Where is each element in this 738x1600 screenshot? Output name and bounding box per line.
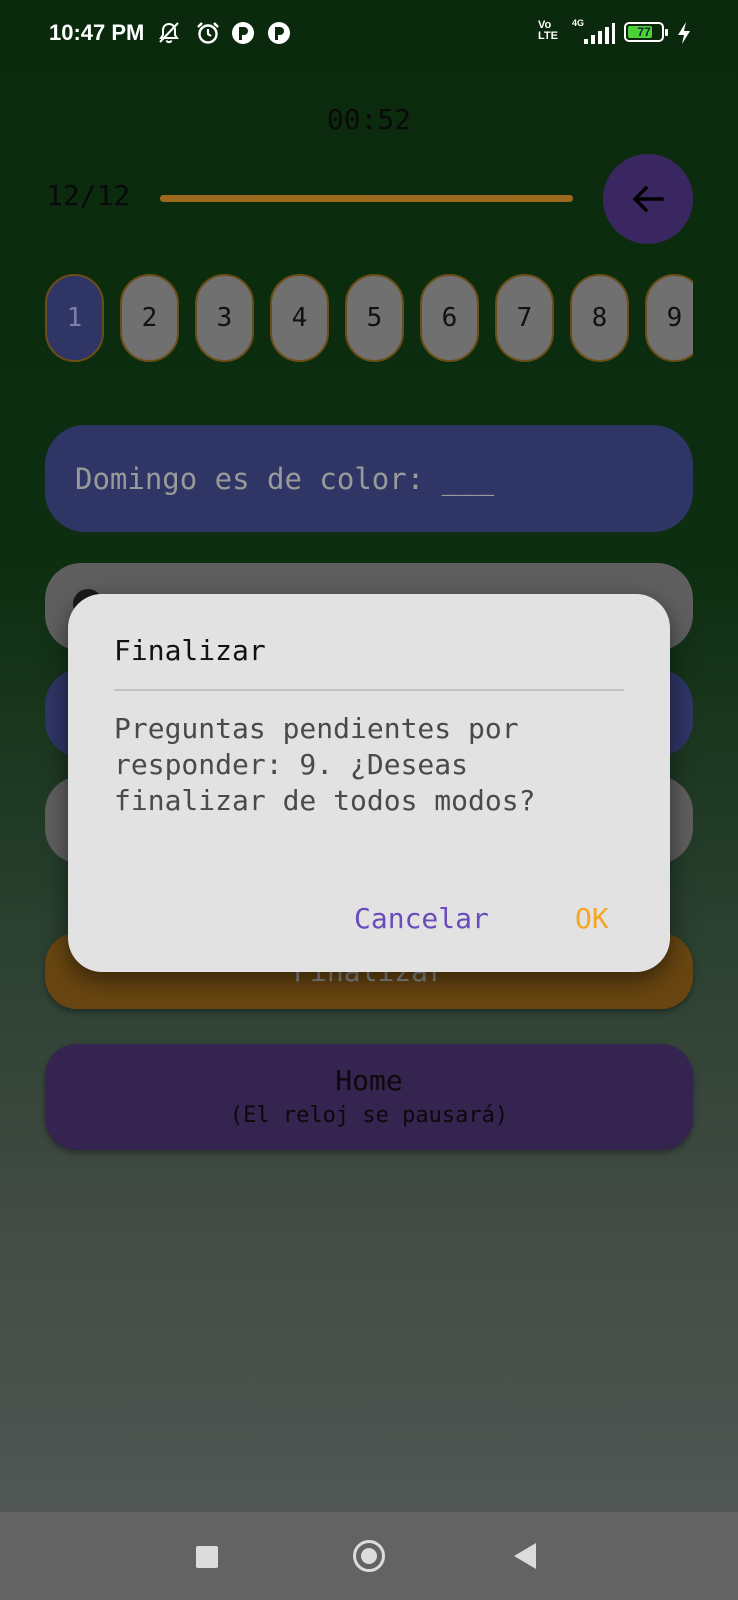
- question-number-button[interactable]: 9: [645, 274, 693, 362]
- finish-confirm-dialog: Finalizar Preguntas pendientes por respo…: [68, 594, 670, 972]
- question-counter: 12/12: [46, 179, 131, 212]
- back-icon[interactable]: [514, 1543, 536, 1569]
- dialog-ok-button[interactable]: OK: [575, 902, 609, 935]
- question-number-button[interactable]: 7: [495, 274, 554, 362]
- question-number-button[interactable]: 6: [420, 274, 479, 362]
- dialog-divider: [114, 689, 624, 691]
- question-number-button[interactable]: 1: [45, 274, 104, 362]
- question-number-button[interactable]: 5: [345, 274, 404, 362]
- question-number-button[interactable]: 3: [195, 274, 254, 362]
- dialog-message: Preguntas pendientes por responder: 9. ¿…: [114, 712, 536, 817]
- home-button-sublabel: (El reloj se pausará): [229, 1103, 509, 1128]
- battery-percent: 77: [637, 25, 651, 39]
- volte-label: Vo LTE: [538, 19, 558, 42]
- home-button-label: Home: [335, 1064, 403, 1097]
- status-time: 10:47 PM: [49, 20, 145, 45]
- question-text: Domingo es de color: ___: [45, 425, 693, 532]
- app-notification-icon: [230, 20, 256, 46]
- charging-icon: [675, 20, 693, 46]
- quiz-progress-bar: [160, 195, 573, 202]
- back-button[interactable]: [603, 154, 693, 244]
- mute-icon: [156, 20, 182, 46]
- app-notification-icon: [266, 20, 292, 46]
- question-navigator[interactable]: 123456789: [45, 274, 693, 366]
- alarm-icon: [195, 20, 221, 46]
- status-bar: 10:47 PM Vo LTE 4G 77: [0, 0, 738, 66]
- question-number-button[interactable]: 2: [120, 274, 179, 362]
- home-button[interactable]: Home (El reloj se pausará): [45, 1044, 693, 1150]
- question-number-button[interactable]: 4: [270, 274, 329, 362]
- app-screen: 10:47 PM Vo LTE 4G 77 00:52 12/12 1 2 3 …: [0, 0, 738, 1600]
- dialog-cancel-button[interactable]: Cancelar: [354, 902, 489, 935]
- signal-icon: [582, 20, 616, 46]
- dialog-title: Finalizar: [114, 634, 266, 667]
- home-icon[interactable]: [353, 1540, 385, 1572]
- battery-icon: 77: [624, 22, 668, 42]
- arrow-left-icon: [632, 185, 664, 213]
- question-number-button[interactable]: 8: [570, 274, 629, 362]
- quiz-progress-fill: [160, 195, 573, 202]
- recents-icon[interactable]: [196, 1546, 218, 1568]
- quiz-timer: 00:52: [326, 103, 412, 136]
